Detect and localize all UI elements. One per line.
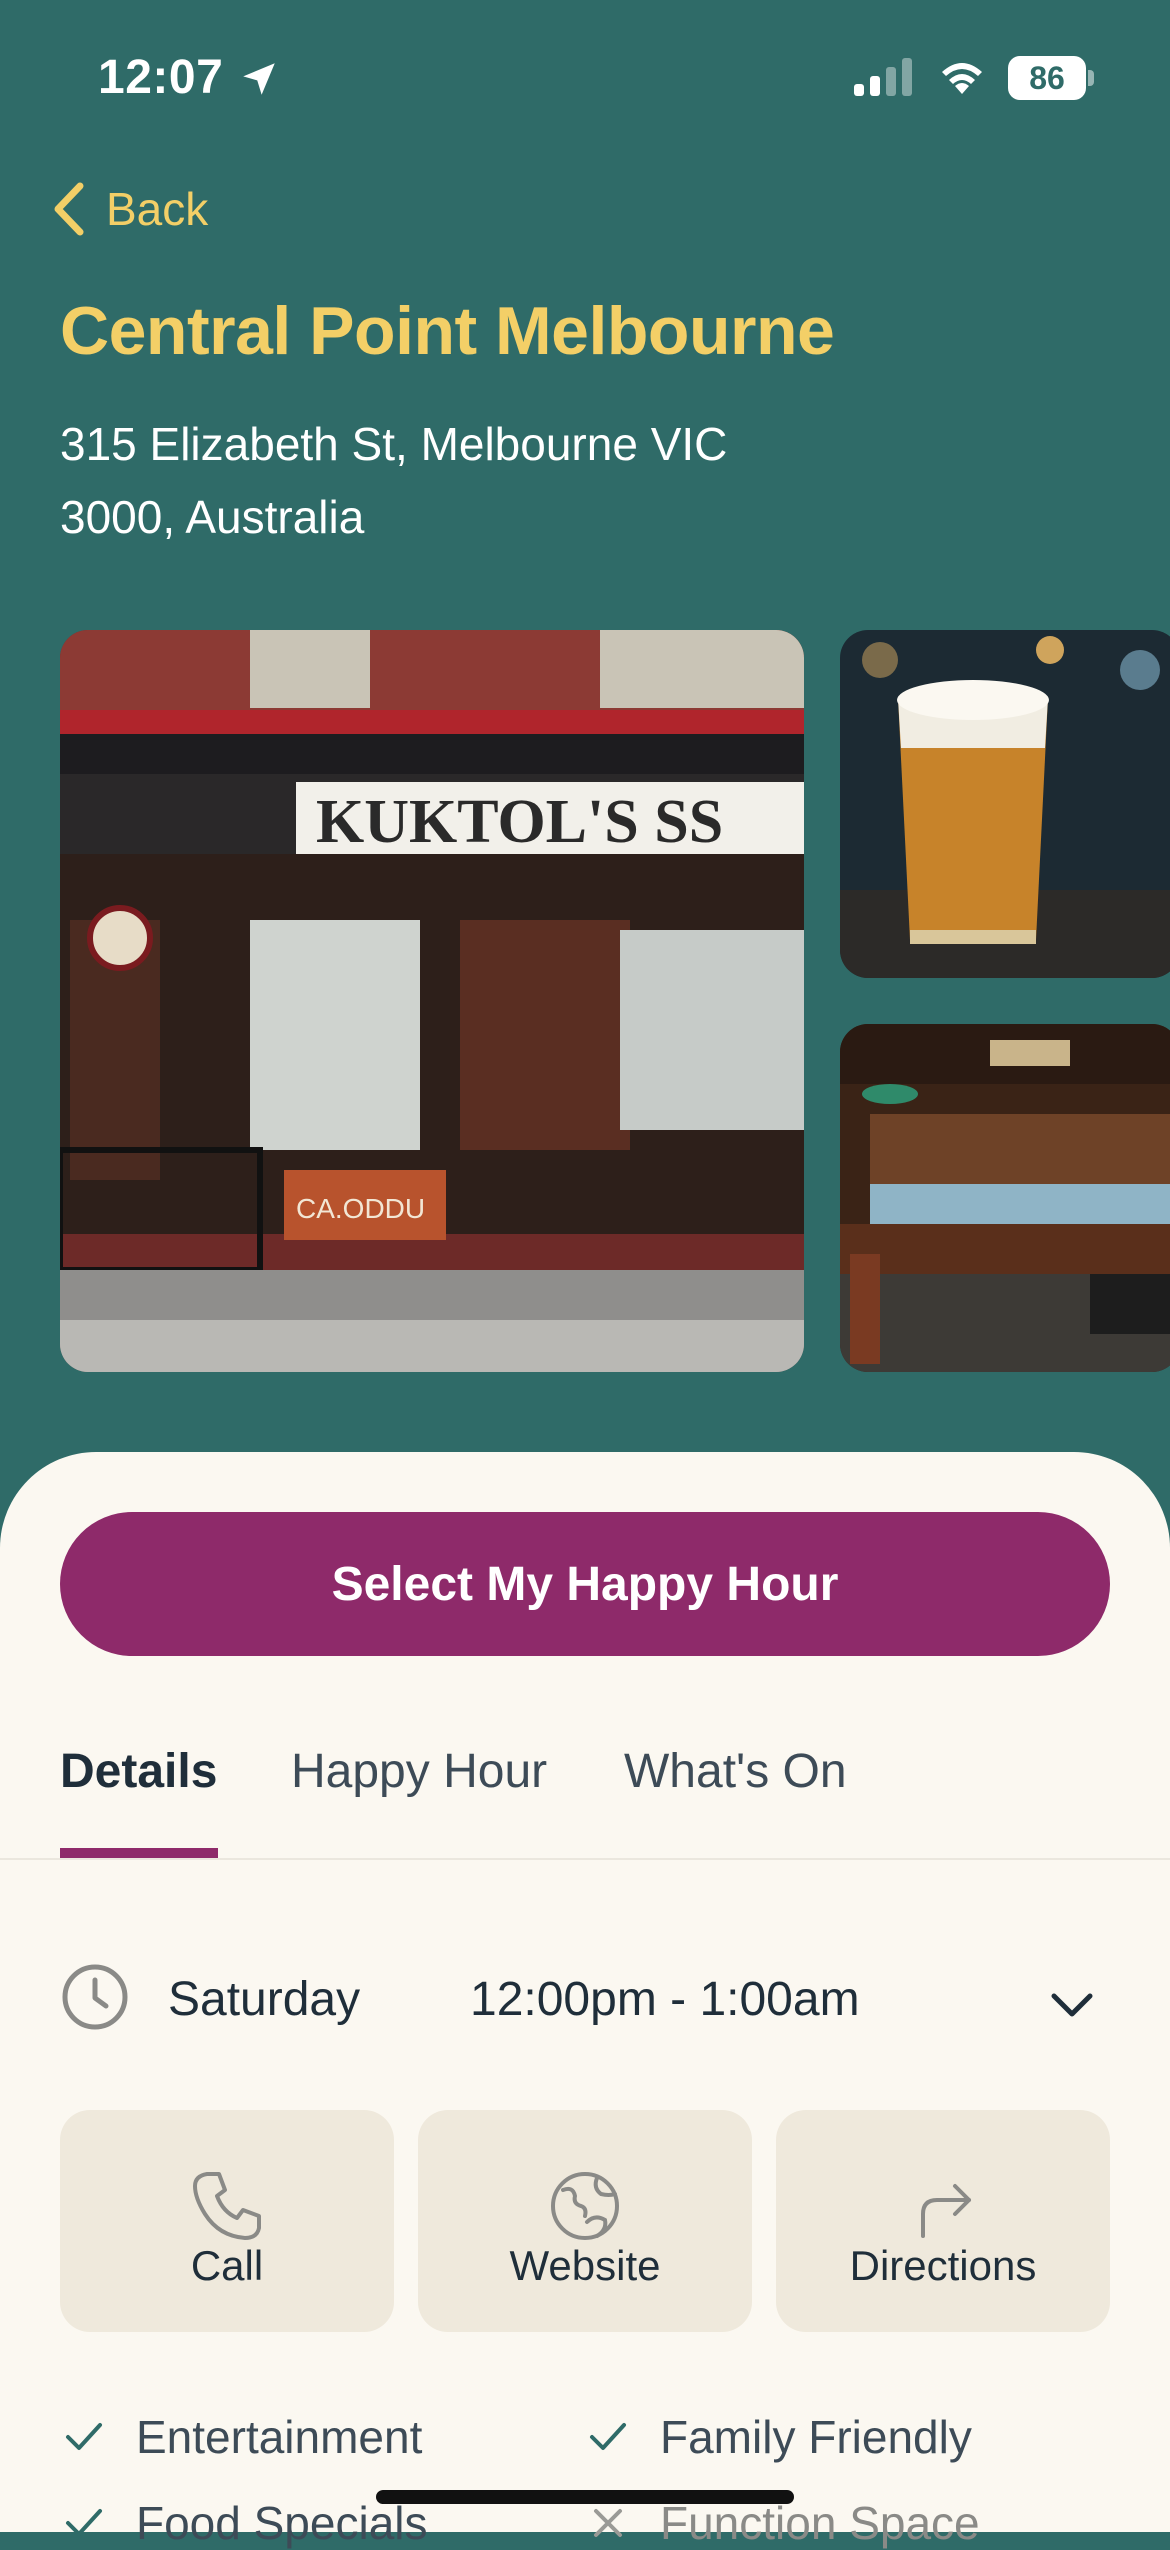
battery-level: 86	[1029, 60, 1065, 96]
venue-name: Central Point Melbourne	[60, 293, 835, 369]
feature-label: Family Friendly	[660, 2411, 972, 2463]
check-icon	[66, 2509, 102, 2536]
feature-entertainment: Entertainment	[62, 2410, 422, 2464]
tabs-divider	[0, 1858, 1170, 1860]
hours-day: Saturday	[168, 1973, 361, 2026]
call-button[interactable]: Call	[60, 2110, 394, 2332]
storefront-sign-text: KUKTOL'S SS	[316, 788, 723, 856]
storefront-photo[interactable]: KUKTOL'S SS CA.ODDU	[60, 630, 804, 1372]
feature-label: Function Space	[660, 2497, 980, 2549]
location-arrow-icon	[243, 63, 275, 95]
website-button[interactable]: Website	[418, 2110, 752, 2332]
feature-label: Food Specials	[136, 2497, 428, 2549]
tab-details[interactable]: Details	[60, 1744, 217, 1799]
globe-icon	[551, 2172, 619, 2240]
feature-food-specials: Food Specials	[62, 2496, 428, 2550]
back-label: Back	[106, 183, 209, 235]
beer-photo[interactable]	[840, 630, 1170, 978]
check-icon	[66, 2423, 102, 2450]
bar-interior-photo[interactable]	[840, 1024, 1170, 1372]
feature-function-space: Function Space	[586, 2496, 980, 2550]
chevron-down-icon[interactable]	[1046, 1978, 1098, 2030]
check-icon	[590, 2423, 626, 2450]
tab-whats-on[interactable]: What's On	[624, 1744, 847, 1799]
cross-icon	[594, 2509, 622, 2537]
venue-address: 315 Elizabeth St, Melbourne VIC 3000, Au…	[60, 418, 728, 543]
feature-family-friendly: Family Friendly	[586, 2410, 972, 2464]
phone-icon	[193, 2172, 261, 2240]
chevron-left-icon	[54, 182, 84, 236]
active-tab-indicator	[60, 1848, 218, 1858]
cellular-signal-icon	[854, 58, 912, 96]
tab-happy-hour[interactable]: Happy Hour	[291, 1744, 547, 1799]
select-happy-hour-button[interactable]: Select My Happy Hour	[60, 1512, 1110, 1656]
wifi-icon	[942, 63, 982, 94]
battery-indicator: 86	[1008, 56, 1094, 100]
hours-time: 12:00pm - 1:00am	[470, 1973, 860, 2026]
directions-icon	[921, 2184, 971, 2238]
call-label: Call	[190, 2242, 264, 2289]
clock-icon	[62, 1964, 128, 2030]
home-indicator	[376, 2490, 794, 2504]
directions-button[interactable]: Directions	[776, 2110, 1110, 2332]
back-button[interactable]: Back	[50, 176, 208, 242]
directions-label: Directions	[849, 2242, 1037, 2289]
status-time: 12:07	[98, 51, 224, 104]
feature-label: Entertainment	[136, 2411, 423, 2463]
website-label: Website	[509, 2242, 661, 2289]
board-text: CA.ODDU	[296, 1193, 425, 1224]
